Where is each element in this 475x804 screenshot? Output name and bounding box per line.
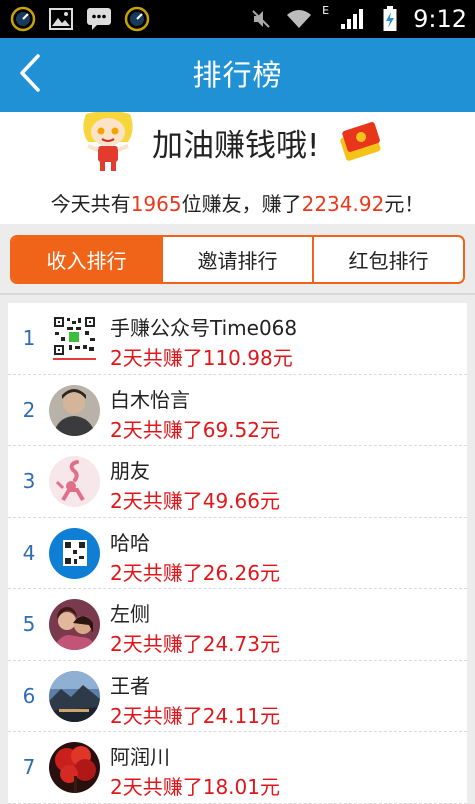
earnings-text: 2天共赚了24.11元 bbox=[110, 703, 280, 728]
red-tree-avatar bbox=[49, 742, 100, 793]
pink-cartoon-avatar bbox=[49, 456, 100, 507]
battery-charging-icon bbox=[375, 4, 405, 34]
earnings-text: 2天共赚了110.98元 bbox=[110, 346, 293, 370]
clock-time: 9:12 bbox=[413, 5, 467, 33]
earnings-text: 2天共赚了24.73元 bbox=[110, 632, 280, 656]
user-count: 1965 bbox=[130, 192, 182, 216]
speedometer-icon bbox=[122, 4, 152, 34]
status-bar: E 9:12 bbox=[0, 0, 475, 38]
summary-suffix: 元！ bbox=[384, 192, 425, 216]
daily-summary: 今天共有1965位赚友，赚了2234.92元！ bbox=[0, 188, 475, 217]
summary-banner: 加油赚钱哦! 今天共有1965位赚友，赚了2234.92元！ bbox=[0, 111, 475, 224]
list-item[interactable]: 5 左侧 2天共赚了24.73元 bbox=[8, 589, 467, 661]
page-title: 排行榜 bbox=[192, 58, 283, 92]
total-amount: 2234.92 bbox=[301, 192, 385, 216]
rank-number: 1 bbox=[22, 326, 36, 350]
tab-income-ranking[interactable]: 收入排行 bbox=[12, 237, 161, 282]
tab-invite-ranking[interactable]: 邀请排行 bbox=[161, 237, 312, 282]
landscape-avatar bbox=[49, 670, 100, 722]
blue-qr-avatar bbox=[49, 527, 100, 579]
couple-photo-avatar bbox=[49, 599, 100, 650]
mascot-icon bbox=[80, 111, 136, 172]
earnings-text: 2天共赚了18.01元 bbox=[110, 775, 280, 799]
list-item[interactable]: 6 王者 2天共赚了24.11元 bbox=[8, 661, 467, 732]
earnings-text: 2天共赚了69.52元 bbox=[110, 417, 280, 442]
earnings-text: 2天共赚了26.26元 bbox=[110, 560, 280, 585]
rank-number: 5 bbox=[22, 612, 36, 636]
user-name: 阿润川 bbox=[110, 745, 170, 769]
rank-number: 4 bbox=[22, 540, 36, 565]
list-item[interactable]: 1 手赚公众号Time068 2天共赚了110.98元 bbox=[8, 303, 467, 375]
rank-number: 2 bbox=[22, 397, 36, 422]
user-name: 手赚公众号Time068 bbox=[110, 316, 298, 340]
user-name: 王者 bbox=[110, 673, 150, 698]
tab-redpacket-ranking[interactable]: 红包排行 bbox=[312, 237, 463, 282]
user-name: 哈哈 bbox=[110, 530, 150, 555]
summary-prefix: 今天共有 bbox=[50, 192, 131, 216]
network-type-label: E bbox=[322, 3, 330, 17]
signal-icon bbox=[337, 4, 367, 34]
list-item[interactable]: 4 哈哈 2天共赚了26.26元 bbox=[8, 518, 467, 589]
list-item[interactable]: 3 朋友 2天共赚了49.66元 bbox=[8, 446, 467, 518]
user-name: 白木怡言 bbox=[110, 387, 190, 412]
ranking-tabs: 收入排行 邀请排行 红包排行 bbox=[10, 235, 465, 284]
image-icon bbox=[46, 4, 76, 34]
rank-number: 6 bbox=[22, 683, 36, 708]
user-name: 朋友 bbox=[110, 459, 150, 483]
list-item[interactable]: 2 白木怡言 2天共赚了69.52元 bbox=[8, 375, 467, 446]
summary-mid: 位赚友，赚了 bbox=[181, 192, 302, 216]
divider bbox=[0, 293, 475, 295]
wifi-icon bbox=[284, 4, 314, 34]
ranking-list: 1 手赚公众号Time068 2天共赚了110.98元 2 白木怡言 2天共赚了… bbox=[8, 303, 467, 804]
title-bar: 排行榜 bbox=[0, 38, 475, 112]
rank-number: 3 bbox=[22, 469, 36, 493]
message-icon bbox=[84, 4, 114, 34]
list-item[interactable]: 7 阿润川 2天共赚了18.01元 bbox=[8, 732, 467, 804]
red-envelope-icon bbox=[336, 118, 388, 168]
banner-headline: 加油赚钱哦! bbox=[152, 128, 320, 164]
qr-code-avatar bbox=[49, 313, 100, 364]
rank-number: 7 bbox=[22, 755, 36, 779]
user-name: 左侧 bbox=[110, 602, 150, 626]
mute-icon bbox=[246, 4, 276, 34]
speedometer-icon bbox=[8, 4, 38, 34]
earnings-text: 2天共赚了49.66元 bbox=[110, 489, 280, 513]
portrait-avatar bbox=[49, 384, 100, 436]
